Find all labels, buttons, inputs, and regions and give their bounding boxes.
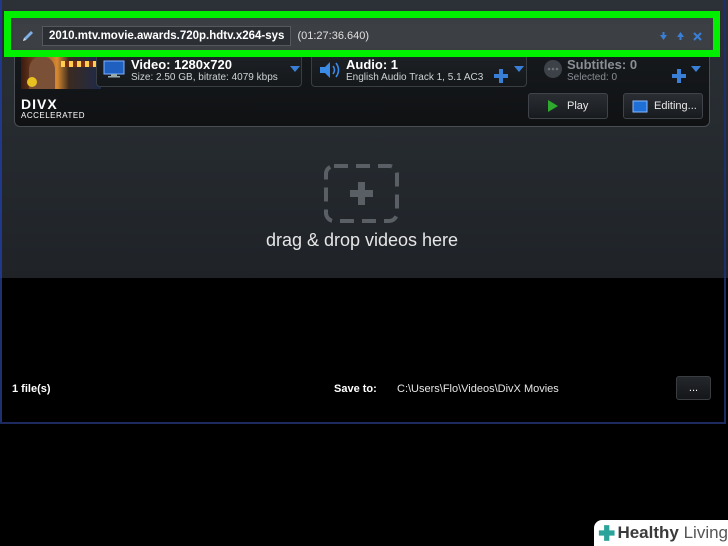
subtitles-dropdown-icon[interactable] bbox=[691, 66, 701, 72]
video-dropdown-icon[interactable] bbox=[290, 66, 300, 72]
watermark-living: Living bbox=[678, 523, 728, 542]
subtitles-info[interactable]: Subtitles: 0 Selected: 0 bbox=[538, 57, 706, 87]
play-icon bbox=[548, 100, 558, 112]
subtitles-title: Subtitles: 0 bbox=[567, 57, 638, 72]
footer-border-bottom bbox=[0, 422, 724, 424]
watermark-healthy: Healthy bbox=[617, 523, 679, 542]
filename-field[interactable]: 2010.mtv.movie.awards.720p.hdtv.x264-sys bbox=[42, 26, 292, 46]
file-count: 1 file(s) bbox=[12, 383, 51, 395]
pencil-icon[interactable] bbox=[20, 28, 36, 44]
add-audio-icon[interactable] bbox=[494, 69, 508, 83]
play-button-label: Play bbox=[567, 100, 589, 112]
divx-converter-window: 2010.mtv.movie.awards.720p.hdtv.x264-sys… bbox=[0, 0, 728, 546]
file-duration: (01:27:36.640) bbox=[297, 30, 370, 42]
footer-border-left bbox=[0, 278, 2, 424]
remove-icon[interactable] bbox=[693, 31, 702, 41]
audio-info[interactable]: Audio: 1 English Audio Track 1, 5.1 AC3 bbox=[311, 57, 527, 87]
row-controls bbox=[659, 31, 702, 41]
logo-tagline: ACCELERATED bbox=[21, 111, 86, 120]
logo-brand: DIVX bbox=[21, 96, 58, 112]
panel-border-right bbox=[724, 0, 726, 278]
audio-dropdown-icon[interactable] bbox=[514, 66, 524, 72]
add-subtitles-icon[interactable] bbox=[672, 69, 686, 83]
add-video-icon[interactable] bbox=[324, 164, 399, 223]
save-path[interactable]: C:\Users\Flo\Videos\DivX Movies bbox=[397, 383, 559, 395]
plus-logo-icon bbox=[598, 525, 615, 541]
subtitles-icon bbox=[544, 60, 562, 78]
video-info[interactable]: Video: 1280x720 Size: 2.50 GB, bitrate: … bbox=[96, 57, 302, 87]
healthy-living-watermark: Healthy Living bbox=[594, 520, 728, 546]
file-card: Video: 1280x720 Size: 2.50 GB, bitrate: … bbox=[14, 57, 710, 127]
video-thumbnail bbox=[21, 57, 101, 89]
editing-button-label: Editing... bbox=[654, 100, 697, 112]
footer-border-right bbox=[724, 278, 726, 424]
play-button[interactable]: Play bbox=[528, 93, 608, 119]
divx-logo: DIVX ACCELERATED bbox=[21, 97, 85, 120]
move-down-icon[interactable] bbox=[659, 31, 668, 41]
video-details: Size: 2.50 GB, bitrate: 4079 kbps bbox=[131, 72, 278, 83]
speaker-icon bbox=[320, 62, 340, 78]
audio-title: Audio: 1 bbox=[346, 57, 398, 72]
dropzone-text: drag & drop videos here bbox=[265, 230, 459, 250]
file-row[interactable]: 2010.mtv.movie.awards.720p.hdtv.x264-sys… bbox=[14, 24, 710, 48]
edit-screen-icon bbox=[632, 100, 648, 112]
browse-button[interactable]: ... bbox=[676, 376, 711, 400]
monitor-icon bbox=[103, 60, 125, 78]
editing-button[interactable]: Editing... bbox=[623, 93, 703, 119]
subtitles-details: Selected: 0 bbox=[567, 72, 618, 83]
save-to-label: Save to: bbox=[334, 383, 377, 395]
move-up-icon[interactable] bbox=[676, 31, 685, 41]
video-title: Video: 1280x720 bbox=[131, 57, 232, 72]
audio-details: English Audio Track 1, 5.1 AC3 bbox=[346, 72, 484, 83]
